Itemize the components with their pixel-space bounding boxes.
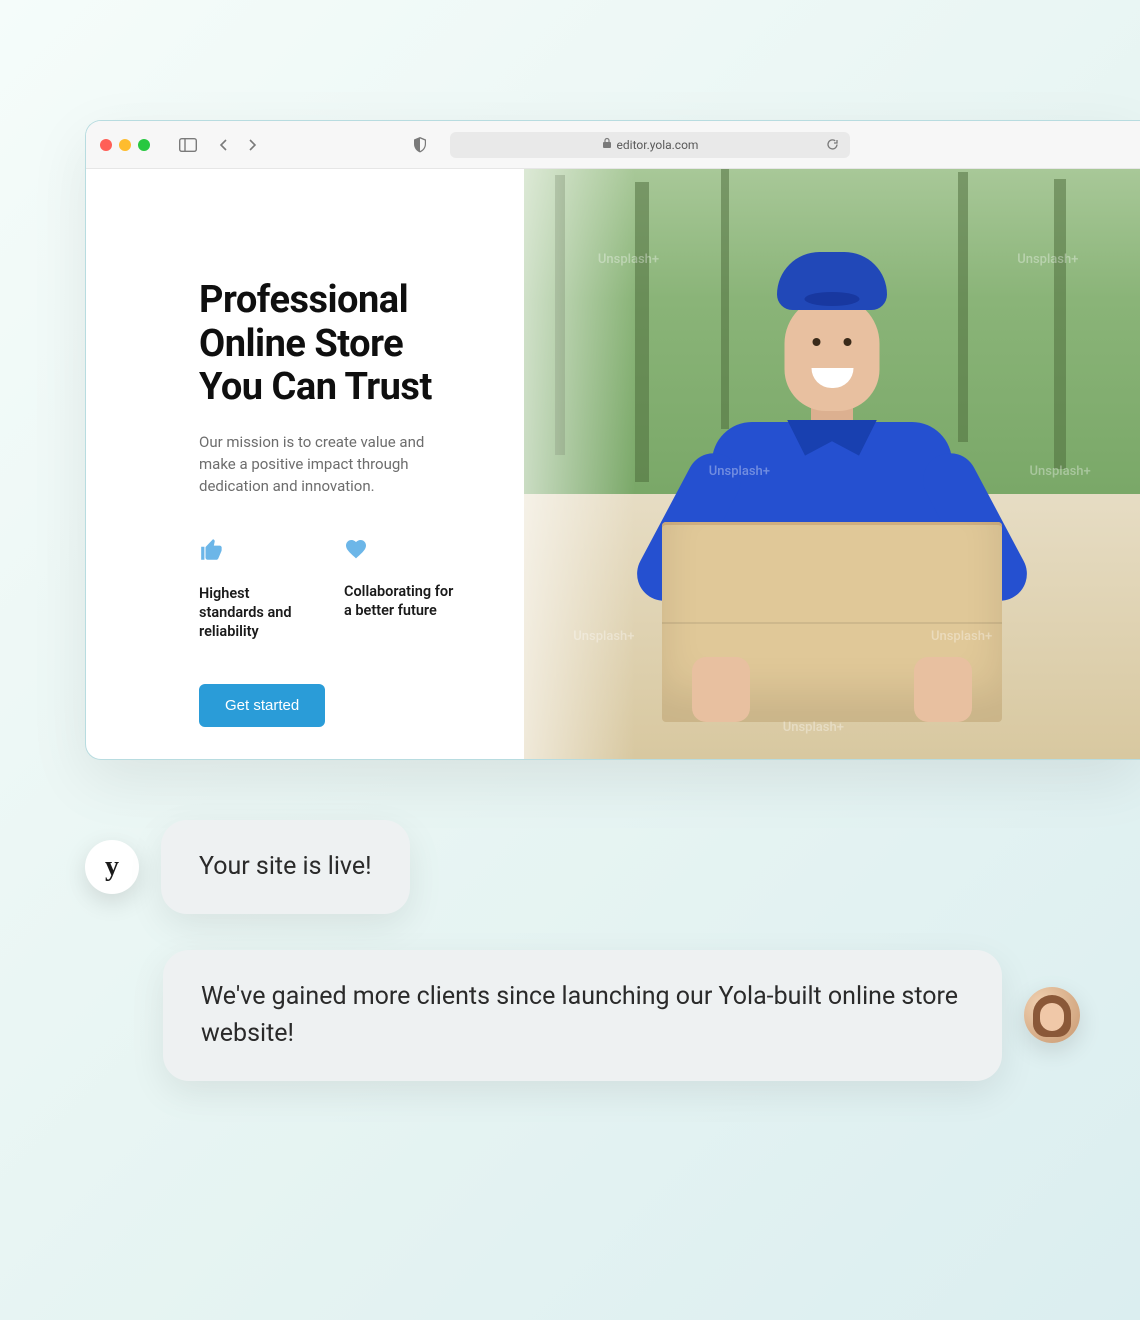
assistant-badge: y [105,851,119,883]
lock-icon [602,137,612,152]
back-button[interactable] [214,135,234,155]
assistant-avatar: y [85,840,139,894]
thumbs-up-icon [199,537,314,567]
browser-window: editor.yola.com Professional Online Stor… [85,120,1140,760]
hero-text-column: Professional Online Store You Can Trust … [86,169,524,759]
sidebar-toggle-icon[interactable] [178,135,198,155]
window-controls [100,139,150,151]
browser-chrome: editor.yola.com [86,121,1140,169]
chat-row-1: y Your site is live! [85,820,1080,914]
feature-text: Collaborating for a better future [344,583,459,621]
heart-icon [344,537,459,565]
delivery-person-image: Unsplash+ Unsplash+ Unsplash+ Unsplash+ … [524,169,1140,759]
address-bar[interactable]: editor.yola.com [450,132,850,158]
reload-button[interactable] [822,135,842,155]
chat-bubble-user: We've gained more clients since launchin… [163,950,1002,1081]
navigation-arrows [214,135,262,155]
feature-item-standards: Highest standards and reliability [199,537,314,642]
features-row: Highest standards and reliability Collab… [199,537,459,642]
website-preview: Professional Online Store You Can Trust … [86,169,1140,759]
chat-row-2: We've gained more clients since launchin… [85,950,1080,1081]
minimize-window-button[interactable] [119,139,131,151]
forward-button[interactable] [242,135,262,155]
url-text: editor.yola.com [617,138,699,152]
hero-image-column: Unsplash+ Unsplash+ Unsplash+ Unsplash+ … [524,169,1140,759]
get-started-button[interactable]: Get started [199,684,325,727]
hero-subtitle: Our mission is to create value and make … [199,432,459,497]
feature-item-collaborating: Collaborating for a better future [344,537,459,642]
chat-bubble-assistant: Your site is live! [161,820,410,914]
privacy-shield-icon[interactable] [410,135,430,155]
user-avatar [1024,987,1080,1043]
hero-title: Professional Online Store You Can Trust [199,279,459,410]
maximize-window-button[interactable] [138,139,150,151]
chat-area: y Your site is live! We've gained more c… [85,820,1080,1081]
feature-text: Highest standards and reliability [199,585,314,642]
close-window-button[interactable] [100,139,112,151]
